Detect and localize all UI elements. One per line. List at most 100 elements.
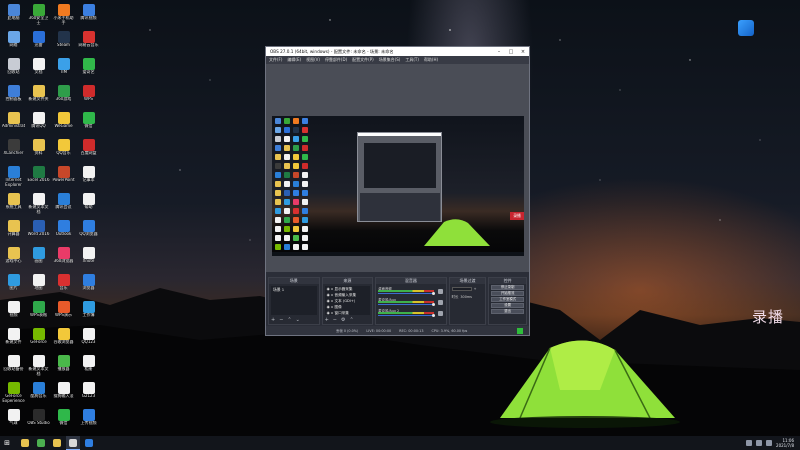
desktop-icon[interactable]: 上传视频 (77, 407, 100, 434)
desktop-icon[interactable]: 小米手机助手 (52, 2, 75, 29)
desktop-icon[interactable]: 画图 (27, 245, 50, 272)
desktop-icon[interactable]: 游戏中心 (2, 245, 25, 272)
menu-item[interactable]: 帮助(H) (424, 57, 438, 63)
menu-item[interactable]: 编辑(E) (287, 57, 301, 63)
app-shortcut-icon[interactable] (738, 20, 754, 36)
taskbar-chrome-button[interactable] (34, 436, 48, 450)
chevron-up-icon[interactable]: ⌃ (349, 317, 353, 323)
desktop-icon[interactable]: Internet Explorer (2, 164, 25, 191)
desktop-icon[interactable]: PowerPoint (52, 164, 75, 191)
transition-type-select[interactable] (451, 287, 472, 291)
obs-titlebar[interactable]: OBS 27.0.1 (64bit, windows) - 配置文件: 未命名 … (266, 47, 529, 56)
desktop-icon[interactable]: 视频 (2, 299, 25, 326)
desktop-icon[interactable]: 气球 (2, 407, 25, 434)
menu-item[interactable]: 停靠部件(D) (325, 57, 347, 63)
eye-icon[interactable]: ◉ (327, 287, 330, 291)
lock-icon[interactable]: ▫ (331, 305, 333, 309)
control-button[interactable]: 工作室模式 (491, 297, 525, 302)
menu-item[interactable]: 场景集合(S) (379, 57, 401, 63)
desktop-icon[interactable]: 资料 (27, 137, 50, 164)
desktop-icon[interactable]: 音乐 (52, 272, 75, 299)
windows-start-icon[interactable]: ⊞ (0, 436, 14, 450)
desktop-icon[interactable]: 腾讯会议 (52, 191, 75, 218)
desktop-icon[interactable]: 微信 (52, 407, 75, 434)
menu-item[interactable]: 工具(T) (405, 57, 419, 63)
desktop-icon[interactable]: WPS演示 (52, 299, 75, 326)
desktop-icon[interactable]: 相册 (77, 353, 100, 380)
desktop-icon[interactable]: 计算器 (2, 218, 25, 245)
desktop-icon[interactable]: Word 2016 (27, 218, 50, 245)
desktop-icon[interactable]: 新建文本文档 (27, 191, 50, 218)
desktop-icon[interactable]: 360游戏 (52, 83, 75, 110)
desktop-icon[interactable]: G2123 (77, 380, 100, 407)
desktop-icon[interactable]: 迅雷 (27, 29, 50, 56)
speaker-icon[interactable] (437, 311, 443, 316)
remove-icon[interactable]: − (279, 317, 283, 323)
desktop-icon[interactable]: 记事本 (77, 164, 100, 191)
taskbar-obs-button[interactable] (66, 436, 80, 450)
desktop-icon[interactable]: 新建文本文档 (27, 353, 50, 380)
desktop-icon[interactable]: TIM (52, 56, 75, 83)
taskbar-folder-button[interactable] (50, 436, 64, 450)
desktop-icon[interactable]: 新建文件夹 (27, 83, 50, 110)
desktop-icon[interactable]: GeForce Experience (2, 380, 25, 407)
taskbar-clock[interactable]: 11:06 2021/7/8 (776, 438, 794, 448)
taskbar-browser-button[interactable] (82, 436, 96, 450)
desktop-icon[interactable]: 系统工具 (2, 191, 25, 218)
desktop-icon[interactable]: 搜狗输入法 (52, 380, 75, 407)
scene-item[interactable]: 场景 1 (271, 286, 317, 294)
scenes-list[interactable]: 场景 1 (271, 286, 317, 315)
eye-icon[interactable]: ◉ (327, 299, 330, 303)
menu-item[interactable]: 配置文件(P) (352, 57, 374, 63)
network-icon[interactable] (746, 440, 753, 446)
desktop-icon[interactable]: QQ浏览器 (77, 218, 100, 245)
desktop-icon[interactable]: 微信 (77, 110, 100, 137)
taskbar-file-explorer-button[interactable] (18, 436, 32, 450)
desktop-icon[interactable]: 网易云音乐 (77, 29, 100, 56)
sources-list[interactable]: ◉ ▫ 显示器采集 ◉ ▫ 音频输入采集 ◉ ▫ 文本 (GDI+) ◉ ▫ 图像 ◉ … (324, 286, 371, 315)
desktop-icon[interactable]: 360浏览器 (52, 245, 75, 272)
control-button[interactable]: 设置 (491, 303, 525, 308)
desktop-icon[interactable]: 百度网盘 (77, 137, 100, 164)
volume-slider[interactable] (378, 304, 434, 305)
volume-slider-handle[interactable] (431, 292, 435, 295)
desktop-icon[interactable]: 新建文件 (2, 326, 25, 353)
menu-item[interactable]: 视图(V) (306, 57, 320, 63)
volume-slider[interactable] (378, 293, 434, 294)
desktop-icon[interactable]: Administrator (2, 110, 25, 137)
desktop-icon[interactable]: QQ音乐 (52, 137, 75, 164)
duration-value[interactable]: 300ms (460, 295, 472, 299)
desktop-icon[interactable]: Steam (52, 29, 75, 56)
desktop-icon[interactable]: 浏览器 (77, 272, 100, 299)
chevron-up-icon[interactable]: ⌃ (287, 317, 291, 323)
preview-canvas[interactable]: 录播 (272, 116, 524, 256)
desktop-icon[interactable]: WPS表格 (27, 299, 50, 326)
lock-icon[interactable]: ▫ (331, 293, 333, 297)
desktop-icon[interactable]: Outlook (52, 218, 75, 245)
desktop-icon[interactable]: 爱奇艺 (77, 56, 100, 83)
desktop-icon[interactable]: 回收站 (2, 56, 25, 83)
ime-icon[interactable] (766, 440, 773, 446)
desktop-icon[interactable]: 腾讯视频 (77, 2, 100, 29)
eye-icon[interactable]: ◉ (327, 311, 330, 315)
desktop-icon[interactable]: GeForce (27, 326, 50, 353)
volume-slider-handle[interactable] (431, 314, 435, 317)
minimize-icon[interactable]: – (493, 49, 505, 55)
eye-icon[interactable]: ◉ (327, 305, 330, 309)
desktop-icon[interactable]: 酷狗音乐 (27, 380, 50, 407)
desktop-icon[interactable]: 谷歌浏览器 (52, 326, 75, 353)
control-button[interactable]: 退出 (491, 309, 525, 314)
lock-icon[interactable]: ▫ (331, 311, 333, 315)
maximize-icon[interactable]: □ (505, 49, 517, 55)
control-button[interactable]: 停止录制 (491, 285, 525, 290)
menu-item[interactable]: 文件(F) (269, 57, 282, 63)
desktop-icon[interactable]: 文档 (27, 56, 50, 83)
preview-area[interactable]: 录播 (266, 64, 529, 272)
desktop-icon[interactable]: WPS (77, 83, 100, 110)
desktop-icon[interactable]: 360安全卫士 (27, 2, 50, 29)
desktop-icon[interactable]: 腾讯QQ (27, 110, 50, 137)
gear-icon[interactable]: ⚙ (341, 317, 345, 323)
desktop-icon[interactable]: WeGame (52, 110, 75, 137)
speaker-icon[interactable] (437, 300, 443, 305)
control-button[interactable]: 开始推流 (491, 291, 525, 296)
